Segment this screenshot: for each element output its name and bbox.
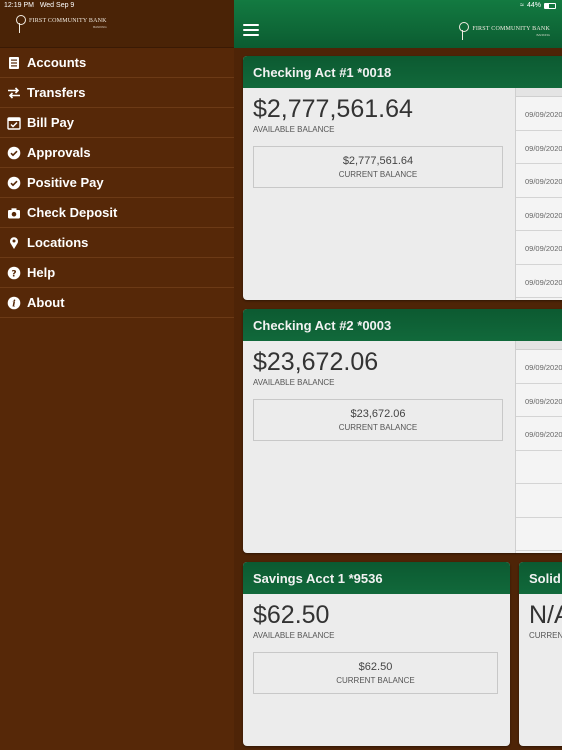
hamburger-menu-icon[interactable] (243, 24, 259, 36)
bank-name: FIRST COMMUNITY BANK (29, 18, 107, 24)
sidebar-item-bill-pay[interactable]: Bill Pay (0, 108, 234, 138)
sidebar: FIRST COMMUNITY BANK BANKING Accounts Tr… (0, 0, 234, 750)
sidebar-item-label: About (27, 295, 65, 310)
transaction-date[interactable]: 09/09/2020 (516, 131, 562, 164)
battery-icon (544, 2, 556, 9)
sidebar-item-label: Positive Pay (27, 175, 104, 190)
transaction-date[interactable]: 09/09/2020 (516, 350, 562, 384)
available-balance-amount: $62.50 (253, 601, 330, 629)
transactions-header (516, 341, 562, 350)
sidebar-item-transfers[interactable]: Transfers (0, 78, 234, 108)
main-content: FIRST COMMUNITY BANK BANKING Checking Ac… (234, 0, 562, 750)
sidebar-item-label: Transfers (27, 85, 86, 100)
sidebar-item-locations[interactable]: Locations (0, 228, 234, 258)
transactions-list: 09/09/2020 09/09/2020 09/09/2020 (515, 341, 562, 553)
sidebar-item-label: Approvals (27, 145, 91, 160)
sidebar-item-label: Help (27, 265, 56, 280)
current-balance-label: CURRENT BALANCE (336, 675, 415, 685)
sidebar-item-about[interactable]: i About (0, 288, 234, 318)
sidebar-item-approvals[interactable]: Approvals (0, 138, 234, 168)
svg-text:?: ? (11, 269, 16, 279)
available-balance-amount: $23,672.06 (253, 348, 379, 376)
question-circle-icon: ? (7, 266, 21, 280)
status-right: ≈ 44% (520, 2, 556, 9)
transaction-date[interactable]: 09/09/2020 (516, 164, 562, 198)
sidebar-item-label: Check Deposit (27, 205, 118, 220)
tree-logo-icon (457, 22, 470, 40)
battery-percent: 44% (526, 2, 541, 9)
available-balance-label: AVAILABLE BALANCE (253, 630, 335, 640)
transaction-date[interactable]: 09/09/2020 (516, 384, 562, 417)
sidebar-item-accounts[interactable]: Accounts (0, 48, 234, 78)
current-balance-amount: $2,777,561.64 (342, 154, 414, 167)
status-time: 12:19 PM Wed Sep 9 (4, 2, 75, 9)
bank-logo: FIRST COMMUNITY BANK BANKING (14, 14, 107, 33)
account-card[interactable]: Savings Acct 1 *9536 $62.50 AVAILABLE BA… (243, 562, 510, 746)
transaction-date[interactable]: 09/09/2020 (516, 198, 562, 231)
current-balance-amount: $23,672.06 (350, 407, 406, 420)
tree-logo-icon (14, 14, 26, 33)
available-balance-label: CURREN (529, 630, 562, 640)
available-balance-label: AVAILABLE BALANCE (253, 124, 335, 134)
account-card[interactable]: Checking Act #2 *0003 $23,672.06 AVAILAB… (243, 309, 562, 553)
sidebar-item-positive-pay[interactable]: Positive Pay (0, 168, 234, 198)
info-circle-icon: i (7, 296, 21, 310)
account-name: Checking Act #2 *0003 (243, 309, 562, 341)
transaction-date[interactable]: 09/09/2020 (516, 97, 562, 131)
bank-name: FIRST COMMUNITY BANK (472, 25, 550, 32)
available-balance-amount: N/A (529, 601, 562, 629)
current-balance-amount: $62.50 (358, 660, 393, 673)
wifi-icon: ≈ (520, 2, 524, 9)
transactions-header (516, 88, 562, 97)
account-balances: $62.50 AVAILABLE BALANCE $62.50 CURRENT … (243, 594, 510, 702)
check-circle-icon (7, 176, 21, 190)
transaction-date[interactable] (516, 451, 562, 484)
account-name: Solid (519, 562, 562, 594)
account-name: Savings Acct 1 *9536 (243, 562, 510, 594)
current-balance-box: $62.50 CURRENT BALANCE (253, 651, 498, 694)
check-circle-icon (7, 146, 21, 160)
current-balance-label: CURRENT BALANCE (338, 422, 418, 432)
transactions-list: 09/09/2020 09/09/2020 09/09/2020 09/09/2… (515, 88, 562, 300)
account-name: Checking Act #1 *0018 (243, 56, 562, 88)
account-balances: N/A CURREN (519, 594, 562, 648)
available-balance-label: AVAILABLE BALANCE (253, 377, 335, 387)
transaction-date[interactable] (516, 518, 562, 551)
sidebar-item-check-deposit[interactable]: Check Deposit (0, 198, 234, 228)
sidebar-item-label: Accounts (27, 55, 87, 70)
bank-subtitle: BANKING (536, 32, 550, 37)
transfer-arrows-icon (7, 86, 21, 100)
camera-icon (7, 206, 21, 220)
account-card[interactable]: Checking Act #1 *0018 $2,777,561.64 AVAI… (243, 56, 562, 300)
calendar-check-icon (7, 116, 21, 130)
account-balances: $23,672.06 AVAILABLE BALANCE $23,672.06 … (243, 341, 513, 449)
status-bar: 12:19 PM Wed Sep 9 ≈ 44% (0, 0, 562, 12)
accounts-icon (7, 56, 21, 70)
map-pin-icon (7, 236, 21, 250)
available-balance-amount: $2,777,561.64 (253, 95, 413, 123)
svg-text:i: i (12, 299, 16, 309)
current-balance-box: $23,672.06 CURRENT BALANCE (253, 398, 503, 441)
transaction-date[interactable]: 09/09/2020 (516, 417, 562, 451)
account-balances: $2,777,561.64 AVAILABLE BALANCE $2,777,5… (243, 88, 513, 196)
sidebar-menu: Accounts Transfers Bill Pay Approvals Po… (0, 48, 234, 318)
account-card[interactable]: Solid N/A CURREN (519, 562, 562, 746)
sidebar-item-label: Bill Pay (27, 115, 74, 130)
sidebar-item-help[interactable]: ? Help (0, 258, 234, 288)
transaction-date[interactable] (516, 484, 562, 518)
bank-subtitle: BANKING (93, 25, 107, 29)
transaction-date[interactable]: 09/09/2020 (516, 265, 562, 298)
sidebar-item-label: Locations (27, 235, 89, 250)
transaction-date[interactable]: 09/09/2020 (516, 231, 562, 265)
current-balance-box: $2,777,561.64 CURRENT BALANCE (253, 145, 503, 188)
current-balance-label: CURRENT BALANCE (338, 169, 418, 179)
bank-logo: FIRST COMMUNITY BANK BANKING (457, 22, 550, 40)
